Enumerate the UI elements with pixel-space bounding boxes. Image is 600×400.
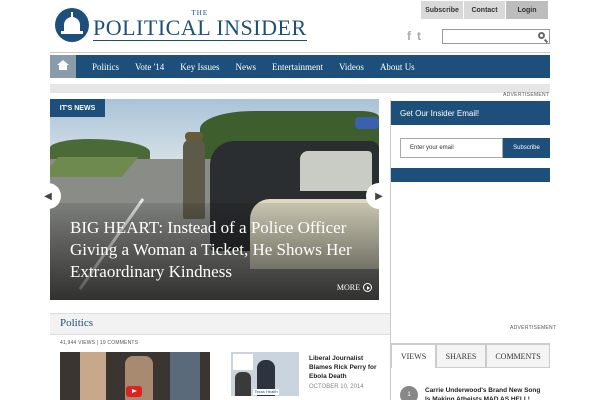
nav-vote-14[interactable]: Vote '14 [135,62,164,72]
ad-label-side: ADVERTISEMENT [510,325,557,331]
article-title[interactable]: Liberal Journalist Blames Rick Perry for… [309,354,387,381]
article-thumbnail[interactable]: Texas Health [231,352,299,396]
hero-slide[interactable]: IT'S NEWS BIG HEART: Instead of a Police… [50,99,379,300]
slider-next-button[interactable]: ▶ [366,183,392,209]
top-links: Subscribe Contact Login [421,1,549,19]
header-divider [50,52,550,53]
more-label: MORE [336,283,360,292]
nav-entertainment[interactable]: Entertainment [272,62,323,72]
search-icon[interactable] [538,32,545,39]
play-circle-icon [363,283,372,292]
thumb-logo-text: Texas Health [253,389,279,395]
nav-politics[interactable]: Politics [92,62,119,72]
sidebar-bar [391,168,550,182]
tab-views[interactable]: VIEWS [391,344,436,368]
social-links: f t [407,30,421,42]
home-icon[interactable] [50,55,76,78]
section-header [50,313,390,335]
section-title[interactable]: Politics [60,317,93,329]
tab-comments[interactable]: COMMENTS [486,344,550,368]
popular-article-title[interactable]: Carrie Underwood's Brand New Song Is Mak… [425,386,547,400]
twitter-icon[interactable]: t [417,30,421,42]
article-date: OCTOBER 10, 2014 [309,384,364,390]
facebook-icon[interactable]: f [407,30,411,42]
hero-more-link[interactable]: MORE [337,283,372,292]
subscribe-button[interactable]: Subscribe [503,138,550,158]
article-stats: 41,944 VIEWS | 19 COMMENTS [60,340,139,346]
chevron-right-icon: ▶ [375,190,383,202]
hero-category-tag[interactable]: IT'S NEWS [50,99,105,117]
logo-wordmark: POLITICAL INSIDER [93,15,307,40]
contact-link[interactable]: Contact [464,1,506,19]
newsletter-title: Get Our Insider Email! [391,101,550,125]
nav-news[interactable]: News [235,62,256,72]
site-logo[interactable]: THE POLITICAL INSIDER [55,8,307,42]
main-nav: Politics Vote '14 Key Issues News Entert… [50,55,550,78]
rank-badge: 1 [400,386,418,400]
play-icon[interactable] [126,386,142,397]
login-link[interactable]: Login [506,1,549,19]
search-input[interactable] [442,29,550,44]
page: THE POLITICAL INSIDER Subscribe Contact … [0,0,600,400]
ad-banner[interactable] [50,84,550,93]
capitol-dome-icon [55,8,89,42]
slider-prev-button[interactable]: ◀ [35,183,61,209]
nav-about-us[interactable]: About Us [380,62,415,72]
popular-tabs: VIEWS SHARES COMMENTS [391,343,550,368]
chevron-left-icon: ◀ [44,190,52,202]
nav-key-issues[interactable]: Key Issues [180,62,219,72]
email-field[interactable]: Enter your email [400,138,503,158]
hero-headline[interactable]: BIG HEART: Instead of a Police Officer G… [70,217,375,283]
nav-videos[interactable]: Videos [339,62,364,72]
tab-shares[interactable]: SHARES [436,344,486,368]
ad-label-top: ADVERTISEMENT [503,92,550,98]
subscribe-link[interactable]: Subscribe [421,1,464,19]
